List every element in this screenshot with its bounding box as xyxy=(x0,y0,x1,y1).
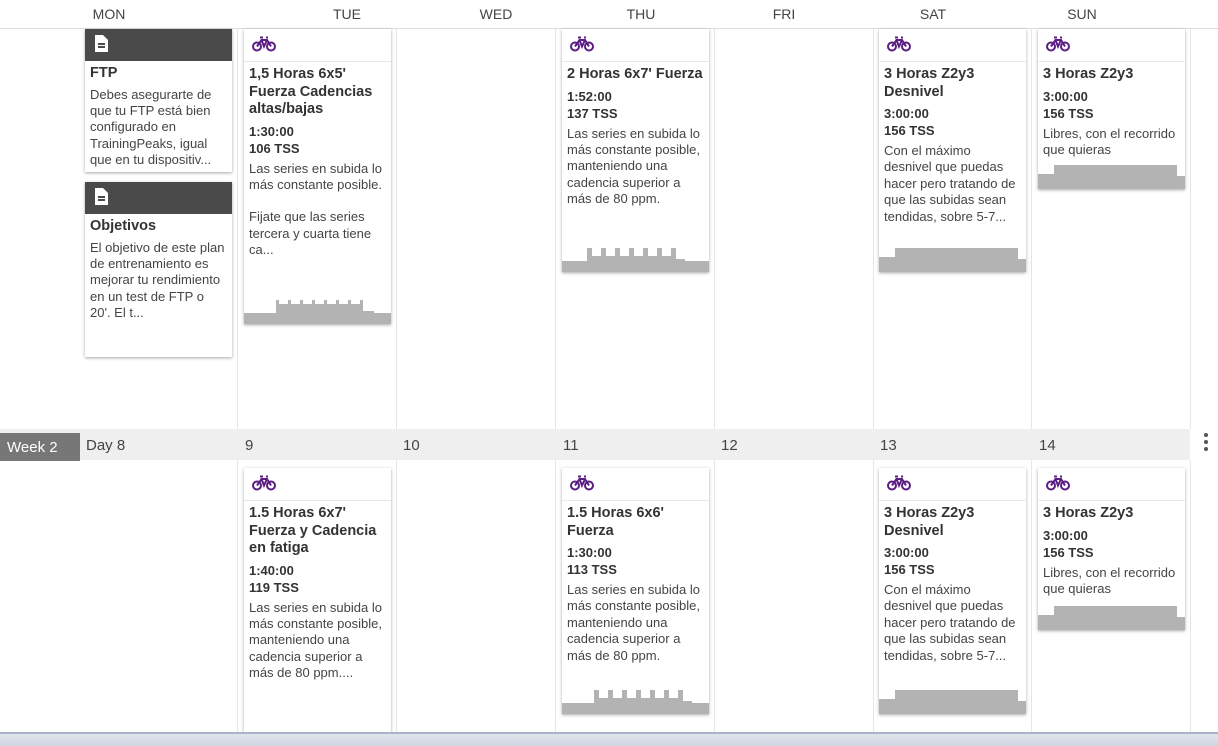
taskbar-strip xyxy=(0,732,1218,746)
bike-icon xyxy=(252,475,276,491)
workout-profile-chart xyxy=(562,248,709,272)
workout-description: Las series en subida lo más constante po… xyxy=(249,160,382,192)
day-header-tue: TUE xyxy=(333,6,361,22)
more-vertical-icon[interactable] xyxy=(1204,433,1210,454)
column-divider xyxy=(714,29,715,429)
day-number: 9 xyxy=(245,437,254,454)
workout-profile-chart xyxy=(879,690,1026,714)
day-header-sat: SAT xyxy=(919,6,947,22)
day-header-fri: FRI xyxy=(772,6,796,22)
workout-tss: 156 TSS xyxy=(884,562,935,577)
workout-description: Las series en subida lo más constante po… xyxy=(249,599,382,681)
day-header-mon: MON xyxy=(92,6,126,22)
workout-description: Con el máximo desnivel que puedas hacer … xyxy=(884,582,1016,663)
workout-duration: 3:00:00 xyxy=(884,106,929,121)
day-number: 10 xyxy=(403,437,420,454)
workout-description: Fijate que las series tercera y cuarta t… xyxy=(249,209,372,258)
workout-card[interactable]: 1.5 Horas 6x6' Fuerza 1:30:00 113 TSS Las… xyxy=(562,468,709,714)
workout-card[interactable]: 1,5 Horas 6x5' Fuerza Cadencias altas/ba… xyxy=(244,29,391,324)
workout-title: 3 Horas Z2y3 Desnivel xyxy=(884,505,975,539)
workout-title: 2 Horas 6x7' Fuerza xyxy=(567,66,703,82)
workout-duration: 1:52:00 xyxy=(567,88,612,104)
workout-profile-chart xyxy=(562,690,709,714)
bike-icon xyxy=(570,36,594,52)
day-number: Day 8 xyxy=(86,437,126,454)
workout-profile-chart xyxy=(879,248,1026,272)
column-divider xyxy=(396,460,397,732)
column-divider xyxy=(237,29,238,429)
bike-icon xyxy=(252,36,276,52)
workout-title: 1.5 Horas 6x7' Fuerza y Cadencia en fati… xyxy=(249,505,377,556)
column-divider xyxy=(1190,460,1191,732)
workout-tss: 106 TSS xyxy=(249,140,300,156)
day-header-thu: THU xyxy=(626,6,656,22)
column-divider xyxy=(1031,29,1032,429)
week-label: Week 2 xyxy=(0,433,80,461)
bike-icon xyxy=(887,36,911,52)
workout-duration: 3:00:00 xyxy=(1043,88,1088,104)
workout-card[interactable]: 3 Horas Z2y3 Desnivel 3:00:00 156 TSS Con… xyxy=(879,29,1026,272)
column-divider xyxy=(873,460,874,732)
workout-duration: 3:00:00 xyxy=(884,545,929,560)
workout-tss: 137 TSS xyxy=(567,105,618,121)
workout-profile-chart xyxy=(1038,606,1185,630)
note-text: Debes asegurarte de que tu FTP está bien… xyxy=(90,86,212,168)
bike-icon xyxy=(1046,475,1070,491)
workout-tss: 119 TSS xyxy=(249,579,299,595)
workout-title: 3 Horas Z2y3 xyxy=(1043,505,1134,521)
workout-duration: 3:00:00 xyxy=(1043,527,1088,543)
column-divider xyxy=(1190,29,1191,429)
workout-description: Con el máximo desnivel que puedas hacer … xyxy=(884,143,1016,224)
workout-duration: 1:30:00 xyxy=(249,123,294,139)
workout-profile-chart xyxy=(1038,165,1185,189)
workout-tss: 156 TSS xyxy=(1043,105,1094,121)
workout-duration: 1:30:00 xyxy=(567,545,612,560)
note-text: El objetivo de este plan de entrenamient… xyxy=(90,239,225,321)
workout-card[interactable]: 2 Horas 6x7' Fuerza 1:52:00 137 TSS Las s… xyxy=(562,29,709,272)
column-divider xyxy=(873,29,874,429)
workout-card[interactable]: 3 Horas Z2y3 3:00:00 156 TSS Libres, con … xyxy=(1038,29,1185,189)
column-divider xyxy=(714,460,715,732)
day-number: 11 xyxy=(563,437,579,454)
workout-duration: 1:40:00 xyxy=(249,562,294,578)
note-title: FTP xyxy=(90,65,118,81)
document-icon xyxy=(95,188,108,205)
day-number: 14 xyxy=(1039,437,1056,454)
workout-title: 3 Horas Z2y3 Desnivel xyxy=(884,66,975,100)
day-header-row: MON TUE WED THU FRI SAT SUN xyxy=(0,0,1218,29)
bike-icon xyxy=(887,475,911,491)
column-divider xyxy=(396,29,397,429)
workout-card[interactable]: 3 Horas Z2y3 Desnivel 3:00:00 156 TSS Con… xyxy=(879,468,1026,714)
column-divider xyxy=(1031,460,1032,732)
bike-icon xyxy=(570,475,594,491)
note-title: Objetivos xyxy=(90,218,157,234)
column-divider xyxy=(237,460,238,732)
workout-card[interactable]: 1.5 Horas 6x7' Fuerza y Cadencia en fati… xyxy=(244,468,391,732)
workout-profile-chart xyxy=(244,300,391,324)
column-divider xyxy=(555,29,556,429)
note-card-objetivos[interactable]: Objetivos El objetivo de este plan de en… xyxy=(85,182,232,357)
day-header-sun: SUN xyxy=(1067,6,1097,22)
column-divider xyxy=(555,460,556,732)
workout-tss: 156 TSS xyxy=(1043,544,1094,560)
workout-title: 1.5 Horas 6x6' Fuerza xyxy=(567,505,664,539)
workout-tss: 156 TSS xyxy=(884,123,935,138)
week-2-bar xyxy=(0,429,1190,460)
workout-description: Libres, con el recorrido que quieras xyxy=(1043,125,1176,157)
workout-description: Las series en subida lo más constante po… xyxy=(567,582,700,663)
day-number: 12 xyxy=(721,437,738,454)
document-icon xyxy=(95,35,108,52)
workout-title: 3 Horas Z2y3 xyxy=(1043,66,1134,82)
bike-icon xyxy=(1046,36,1070,52)
workout-description: Libres, con el recorrido que quieras xyxy=(1043,564,1176,596)
workout-tss: 113 TSS xyxy=(567,562,617,577)
workout-description: Las series en subida lo más constante po… xyxy=(567,125,700,207)
note-card-ftp[interactable]: FTP Debes asegurarte de que tu FTP está … xyxy=(85,29,232,172)
day-number: 13 xyxy=(880,437,897,454)
day-header-wed: WED xyxy=(479,6,513,22)
workout-title: 1,5 Horas 6x5' Fuerza Cadencias altas/ba… xyxy=(249,66,373,117)
workout-card[interactable]: 3 Horas Z2y3 3:00:00 156 TSS Libres, con … xyxy=(1038,468,1185,630)
